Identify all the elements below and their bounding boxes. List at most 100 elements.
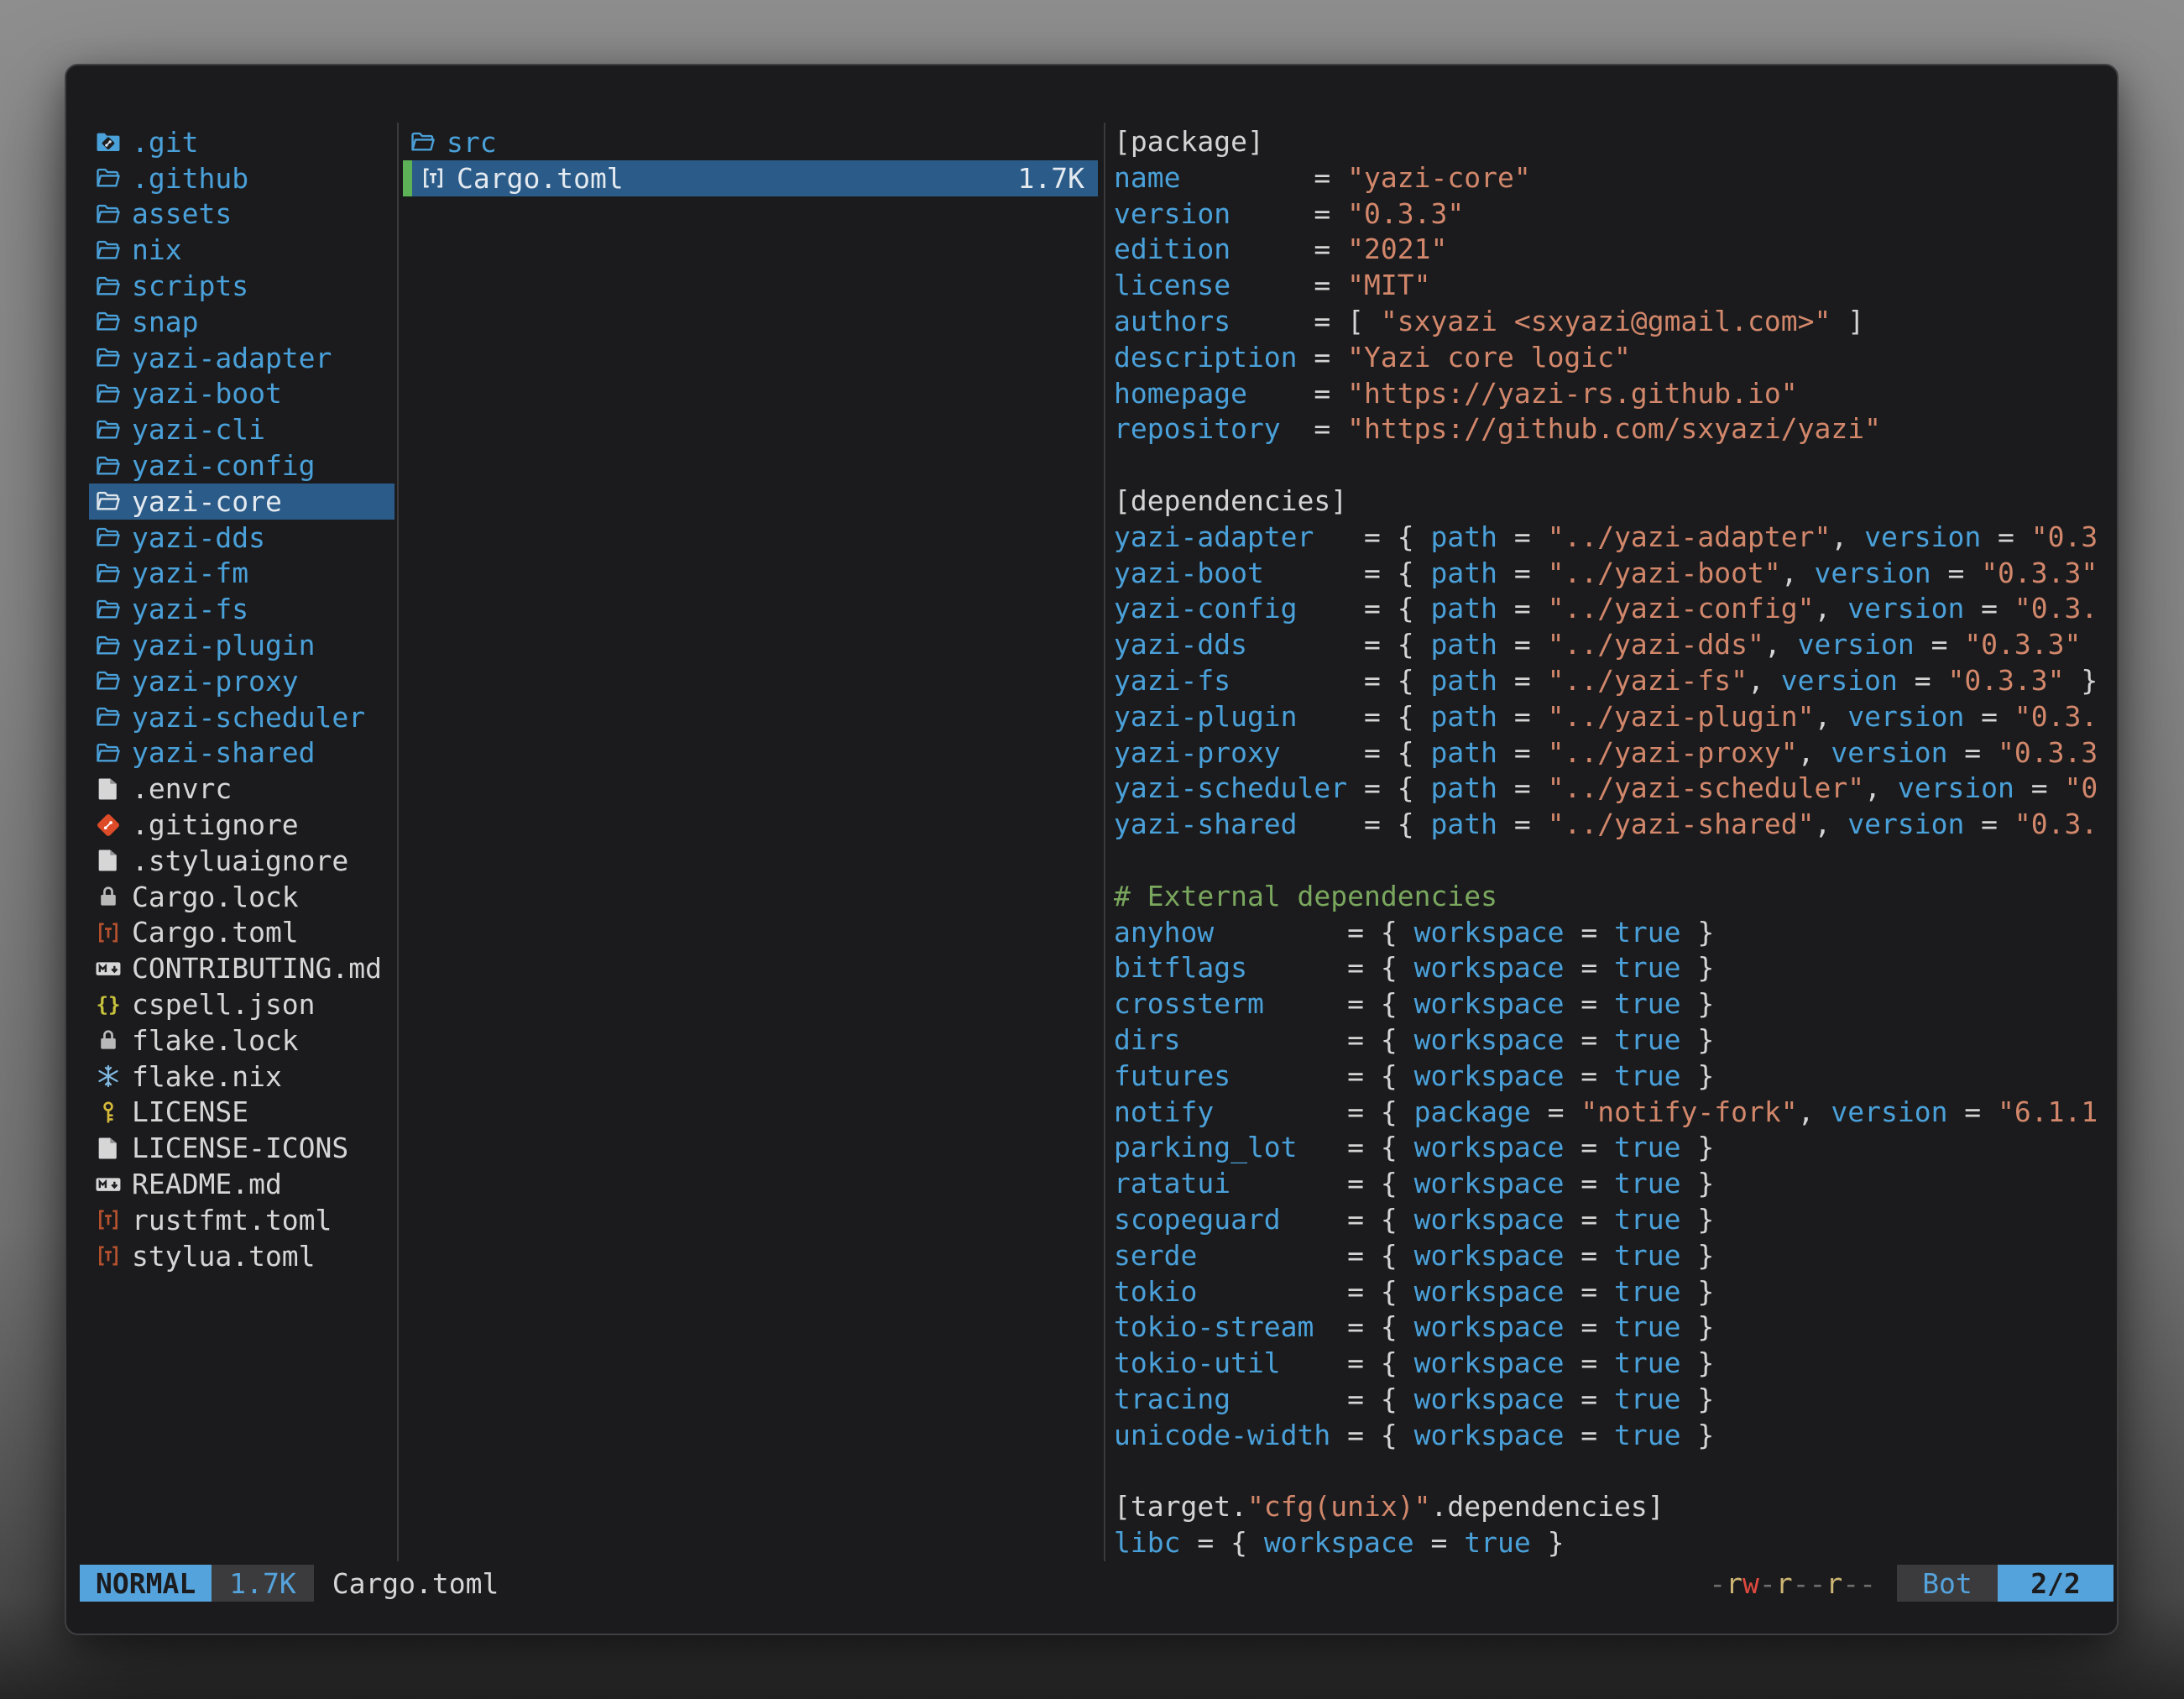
file-item-cargo-toml[interactable]: Cargo.toml 1.7K — [403, 160, 1098, 196]
item-label: yazi-plugin — [132, 629, 316, 661]
status-right-group: -rw-r--r-- Bot 2/2 — [1709, 1565, 2113, 1602]
file-item-contributing-md[interactable]: CONTRIBUTING.md — [89, 950, 394, 986]
folder-open-icon — [94, 200, 123, 228]
item-label: yazi-adapter — [132, 342, 332, 374]
folder-open-icon — [94, 703, 123, 731]
code-line: [target."cfg(unix)".dependencies] — [1114, 1489, 2116, 1525]
git-icon — [94, 811, 123, 839]
dir-item-yazi-config[interactable]: yazi-config — [89, 447, 394, 484]
dir-item-github[interactable]: .github — [89, 160, 394, 196]
file-item-license[interactable]: LICENSE — [89, 1095, 394, 1131]
code-line: libc = { workspace = true } — [1114, 1525, 2116, 1561]
code-line: notify = { package = "notify-fork", vers… — [1114, 1095, 2116, 1131]
item-label: stylua.toml — [132, 1240, 316, 1273]
item-label: yazi-boot — [132, 377, 282, 410]
file-item-cspell-json[interactable]: cspell.json — [89, 986, 394, 1022]
dir-item-yazi-adapter[interactable]: yazi-adapter — [89, 340, 394, 376]
dir-item-yazi-core[interactable]: yazi-core — [89, 484, 394, 520]
item-label: yazi-dds — [132, 521, 265, 554]
item-label: Cargo.toml — [457, 162, 624, 195]
item-label: LICENSE-ICONS — [132, 1132, 348, 1164]
folder-open-icon — [94, 343, 123, 372]
code-line: homepage = "https://yazi-rs.github.io" — [1114, 376, 2116, 412]
code-line: yazi-boot = { path = "../yazi-boot", ver… — [1114, 556, 2116, 592]
status-bar: NORMAL 1.7K Cargo.toml -rw-r--r-- Bot 2/… — [66, 1565, 2117, 1602]
item-label: .gitignore — [132, 808, 299, 841]
folder-open-icon — [94, 631, 123, 660]
dir-item-yazi-fm[interactable]: yazi-fm — [89, 556, 394, 592]
dir-item-yazi-shared[interactable]: yazi-shared — [89, 735, 394, 771]
git-folder-icon — [94, 128, 123, 156]
permission-char: - — [1709, 1567, 1726, 1600]
file-item-rustfmt-toml[interactable]: rustfmt.toml — [89, 1202, 394, 1238]
file-item-styluaignore[interactable]: .styluaignore — [89, 843, 394, 879]
file-item-readme-md[interactable]: README.md — [89, 1166, 394, 1202]
lock-icon — [94, 1026, 123, 1054]
permission-char: w — [1742, 1567, 1759, 1600]
toml-icon — [94, 1242, 123, 1270]
item-label: CONTRIBUTING.md — [132, 952, 382, 985]
item-label: .styluaignore — [132, 844, 348, 877]
code-line: tokio-util = { workspace = true } — [1114, 1346, 2116, 1382]
dir-item-yazi-cli[interactable]: yazi-cli — [89, 411, 394, 447]
item-label: Cargo.lock — [132, 881, 299, 913]
file-item-stylua-toml[interactable]: stylua.toml — [89, 1238, 394, 1274]
dir-item-yazi-fs[interactable]: yazi-fs — [89, 591, 394, 627]
file-icon — [94, 1134, 123, 1163]
dir-item-src[interactable]: src — [403, 124, 1098, 160]
toml-icon — [94, 918, 123, 947]
dir-item-yazi-dds[interactable]: yazi-dds — [89, 520, 394, 556]
json-icon — [94, 991, 123, 1019]
code-line: anyhow = { workspace = true } — [1114, 915, 2116, 951]
file-item-envrc[interactable]: .envrc — [89, 771, 394, 807]
item-label: yazi-fm — [132, 557, 248, 589]
code-line: yazi-adapter = { path = "../yazi-adapter… — [1114, 520, 2116, 556]
dir-item-git[interactable]: .git — [89, 124, 394, 160]
dir-item-yazi-plugin[interactable]: yazi-plugin — [89, 627, 394, 663]
folder-open-icon — [94, 739, 123, 767]
file-item-flake-nix[interactable]: flake.nix — [89, 1059, 394, 1095]
file-item-cargo-toml[interactable]: Cargo.toml — [89, 915, 394, 951]
status-left-group: NORMAL 1.7K Cargo.toml — [80, 1565, 499, 1602]
folder-open-icon — [94, 595, 123, 624]
dir-item-snap[interactable]: snap — [89, 304, 394, 340]
pane-separator-right — [1104, 123, 1105, 1561]
file-preview-pane: [package]name = "yazi-core"version = "0.… — [1114, 124, 2116, 1561]
code-line: yazi-scheduler = { path = "../yazi-sched… — [1114, 771, 2116, 807]
item-label: flake.nix — [132, 1060, 282, 1093]
item-size: 1.7K — [1018, 162, 1084, 195]
file-item-cargo-lock[interactable]: Cargo.lock — [89, 879, 394, 915]
dir-item-yazi-proxy[interactable]: yazi-proxy — [89, 663, 394, 699]
code-line: yazi-fs = { path = "../yazi-fs", version… — [1114, 663, 2116, 699]
permission-char: -- — [1793, 1567, 1826, 1600]
file-item-license-icons[interactable]: LICENSE-ICONS — [89, 1130, 394, 1166]
file-item-gitignore[interactable]: .gitignore — [89, 807, 394, 843]
permission-char: r — [1776, 1567, 1793, 1600]
dir-item-assets[interactable]: assets — [89, 196, 394, 233]
folder-open-icon — [94, 523, 123, 552]
yazi-terminal-window: .git.githubassetsnixscripts snap yazi-adap… — [65, 64, 2119, 1635]
item-label: yazi-shared — [132, 736, 316, 769]
dir-item-nix[interactable]: nix — [89, 232, 394, 268]
item-label: README.md — [132, 1168, 282, 1200]
folder-open-icon — [94, 452, 123, 480]
item-label: scripts — [132, 269, 248, 302]
active-row-marker — [403, 160, 412, 196]
pane-separator-left — [397, 123, 399, 1561]
parent-directory-pane: .git.githubassetsnixscripts snap yazi-adap… — [89, 124, 394, 1274]
code-line: edition = "2021" — [1114, 232, 2116, 268]
code-line: tracing = { workspace = true } — [1114, 1382, 2116, 1418]
dir-item-scripts[interactable]: scripts — [89, 268, 394, 304]
code-line: parking_lot = { workspace = true } — [1114, 1130, 2116, 1166]
file-icon — [94, 775, 123, 803]
item-label: .github — [132, 162, 248, 195]
folder-open-icon — [409, 128, 437, 156]
item-label: .git — [132, 126, 198, 159]
folder-open-icon — [94, 559, 123, 588]
dir-item-yazi-scheduler[interactable]: yazi-scheduler — [89, 699, 394, 735]
dir-item-yazi-boot[interactable]: yazi-boot — [89, 376, 394, 412]
item-label: snap — [132, 306, 198, 338]
code-line: yazi-config = { path = "../yazi-config",… — [1114, 591, 2116, 627]
file-item-flake-lock[interactable]: flake.lock — [89, 1022, 394, 1059]
folder-open-icon — [94, 667, 123, 695]
